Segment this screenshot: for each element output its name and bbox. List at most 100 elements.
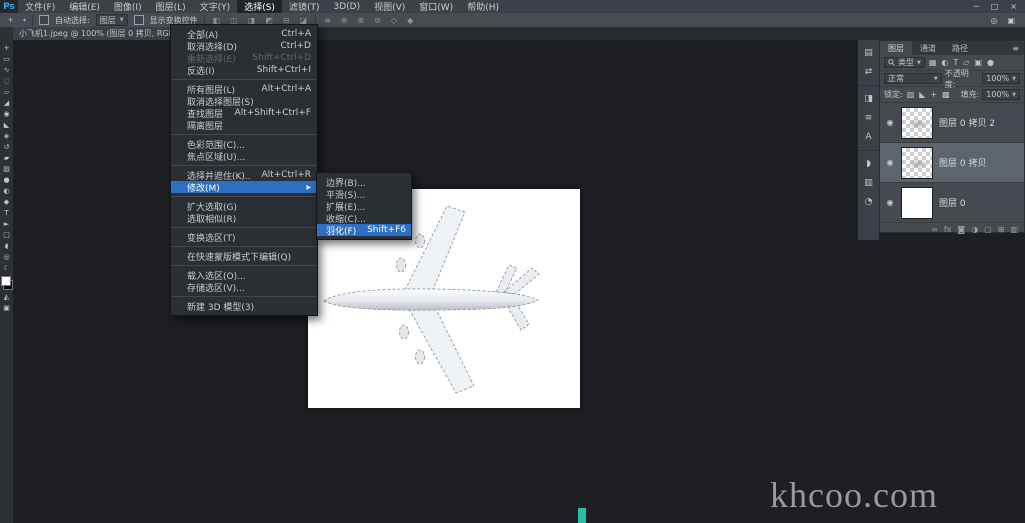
menubar-item[interactable]: 3D(D) — [326, 0, 367, 13]
menu-item[interactable]: 载入选区(O)... ▶ — [171, 265, 317, 281]
lock-position-icon[interactable]: + — [929, 90, 938, 99]
dock-icon-actions[interactable]: ⇄ — [858, 62, 879, 86]
menu-item[interactable]: 选择并遮住(K)... Alt+Ctrl+R ▶ — [171, 165, 317, 181]
menu-item[interactable]: 重新选择(E) Shift+Ctrl+D ▶ — [171, 52, 317, 64]
menubar-item[interactable]: 滤镜(T) — [282, 0, 327, 13]
menu-item[interactable]: 色彩范围(C)... ▶ — [171, 134, 317, 150]
menu-item[interactable]: 扩大选取(G) ▶ — [171, 196, 317, 212]
search-icon[interactable]: ◎ — [990, 16, 997, 25]
eraser-tool[interactable]: ▰ — [0, 153, 13, 164]
panel-tab[interactable]: 通道 — [912, 41, 944, 55]
blur-tool[interactable]: ● — [0, 175, 13, 186]
workspace-switcher-icon[interactable]: ▣ — [1007, 16, 1015, 25]
minimize-button[interactable]: ─ — [974, 0, 979, 13]
filter-adjustment-layers-icon[interactable]: ◐ — [940, 58, 949, 67]
dock-icon-history[interactable]: ▤ — [858, 43, 879, 62]
menu-item[interactable]: 存储选区(V)... ▶ — [171, 281, 317, 293]
layer-thumbnail[interactable] — [901, 107, 933, 139]
auto-select-checkbox[interactable] — [39, 15, 49, 25]
menubar-item[interactable]: 选择(S) — [237, 0, 282, 13]
menu-item[interactable]: 在快速蒙版模式下编辑(Q) ▶ — [171, 246, 317, 262]
crop-tool[interactable]: ▱ — [0, 87, 13, 98]
panel-menu-icon[interactable]: ≡ — [1012, 41, 1024, 55]
history-brush-tool[interactable]: ↺ — [0, 142, 13, 153]
menu-item[interactable]: 反选(I) Shift+Ctrl+I ▶ — [171, 64, 317, 76]
layer-group-icon[interactable]: ▢ — [984, 225, 992, 234]
layer-effects-icon[interactable]: fx — [944, 225, 952, 234]
move-tool-preset-icon[interactable]: + — [4, 15, 17, 26]
layer-visibility-eye-icon[interactable]: ◉ — [885, 118, 895, 127]
pen-tool[interactable]: ◆ — [0, 197, 13, 208]
layer-mask-icon[interactable]: ◙ — [957, 225, 965, 234]
path-selection-tool[interactable]: ► — [0, 219, 13, 230]
layer-visibility-eye-icon[interactable]: ◉ — [885, 198, 895, 207]
rectangle-shape-tool[interactable]: □ — [0, 230, 13, 241]
tool-preset-caret-icon[interactable]: ▾ — [23, 17, 26, 24]
menu-item[interactable]: 取消选择图层(S) ▶ — [171, 95, 317, 107]
layer-row[interactable]: ◉ 图层 0 — [880, 183, 1024, 223]
3d-scale-icon[interactable]: ◆ — [405, 16, 415, 25]
fill-field[interactable]: 100% ▼ — [982, 89, 1020, 100]
menu-item[interactable]: 全部(A) Ctrl+A ▶ — [171, 28, 317, 40]
delete-layer-icon[interactable]: ▥ — [1010, 225, 1018, 234]
foreground-color-swatch[interactable] — [1, 276, 11, 286]
menu-item[interactable]: 取消选择(D) Ctrl+D ▶ — [171, 40, 317, 52]
blend-mode-dropdown[interactable]: 正常 ▼ — [884, 73, 942, 84]
menu-item[interactable]: 选取相似(R) ▶ — [171, 212, 317, 224]
layer-row[interactable]: ◉ 图层 0 拷贝 2 — [880, 103, 1024, 143]
layer-row[interactable]: ◉ 图层 0 拷贝 — [880, 143, 1024, 183]
filter-toggle-icon[interactable]: ● — [986, 58, 995, 67]
move-tool[interactable]: + — [0, 43, 13, 54]
lasso-tool[interactable]: ∿ — [0, 65, 13, 76]
submenu-item[interactable]: 羽化(F)... Shift+F6 — [317, 224, 411, 236]
3d-drag-icon[interactable]: ⊘ — [372, 16, 383, 25]
layer-filter-dropdown[interactable]: 类型 ▼ — [884, 57, 925, 68]
lock-transparent-pixels-icon[interactable]: ▨ — [906, 90, 916, 99]
menubar-item[interactable]: 图像(I) — [107, 0, 149, 13]
layer-thumbnail[interactable] — [901, 147, 933, 179]
filter-type-layers-icon[interactable]: T — [952, 58, 959, 67]
dock-icon-styles[interactable]: ≡ — [858, 108, 879, 127]
distribute-icon[interactable]: ≡ — [322, 16, 333, 25]
lock-all-icon[interactable]: ▩ — [941, 90, 951, 99]
clone-stamp-tool[interactable]: ◈ — [0, 131, 13, 142]
type-tool[interactable]: T — [0, 208, 13, 219]
dock-icon-adjustments[interactable]: ◨ — [858, 89, 879, 108]
menubar-item[interactable]: 视图(V) — [367, 0, 412, 13]
screen-mode-button[interactable]: ▣ — [0, 303, 13, 314]
3d-slide-icon[interactable]: ◇ — [389, 16, 399, 25]
brush-tool[interactable]: ◣ — [0, 120, 13, 131]
menubar-item[interactable]: 图层(L) — [149, 0, 193, 13]
menubar-item[interactable]: 文字(Y) — [193, 0, 238, 13]
menu-item[interactable]: 焦点区域(U)... ▶ — [171, 150, 317, 162]
zoom-tool[interactable]: ◎ — [0, 252, 13, 263]
gradient-tool[interactable]: ▨ — [0, 164, 13, 175]
panel-tab[interactable]: 图层 — [880, 41, 912, 55]
adjustment-layer-icon[interactable]: ◑ — [971, 225, 978, 234]
color-swatches[interactable] — [1, 276, 13, 290]
link-layers-icon[interactable]: ∞ — [931, 225, 938, 234]
menu-item[interactable]: 隔离图层 ▶ — [171, 119, 317, 131]
opacity-field[interactable]: 100% ▼ — [982, 73, 1020, 84]
eyedropper-tool[interactable]: ◢ — [0, 98, 13, 109]
show-transform-controls-checkbox[interactable] — [134, 15, 144, 25]
edit-toolbar-icon[interactable]: ☾ — [0, 263, 13, 274]
dock-icon-info[interactable]: ◔ — [858, 192, 879, 211]
layer-thumbnail[interactable] — [901, 187, 933, 219]
menu-item[interactable]: 查找图层 Alt+Shift+Ctrl+F ▶ — [171, 107, 317, 119]
hand-tool[interactable]: ◖ — [0, 241, 13, 252]
menu-item[interactable]: 所有图层(L) Alt+Ctrl+A ▶ — [171, 79, 317, 95]
submenu-item[interactable]: 扩展(E)... — [317, 200, 411, 212]
panel-tab[interactable]: 路径 — [944, 41, 976, 55]
menubar-item[interactable]: 编辑(E) — [62, 0, 107, 13]
menu-item[interactable]: 变换选区(T) ▶ — [171, 227, 317, 243]
submenu-item[interactable]: 边界(B)... — [317, 176, 411, 188]
menu-item[interactable]: 修改(M) ▶ — [171, 181, 317, 193]
filter-smart-objects-icon[interactable]: ▣ — [973, 58, 983, 67]
submenu-item[interactable]: 平滑(S)... — [317, 188, 411, 200]
new-layer-icon[interactable]: ⊞ — [998, 225, 1005, 234]
filter-shape-layers-icon[interactable]: ▱ — [962, 58, 970, 67]
dock-icon-character[interactable]: A — [858, 127, 879, 151]
dock-icon-clone-source[interactable]: ▥ — [858, 173, 879, 192]
menubar-item[interactable]: 帮助(H) — [460, 0, 506, 13]
